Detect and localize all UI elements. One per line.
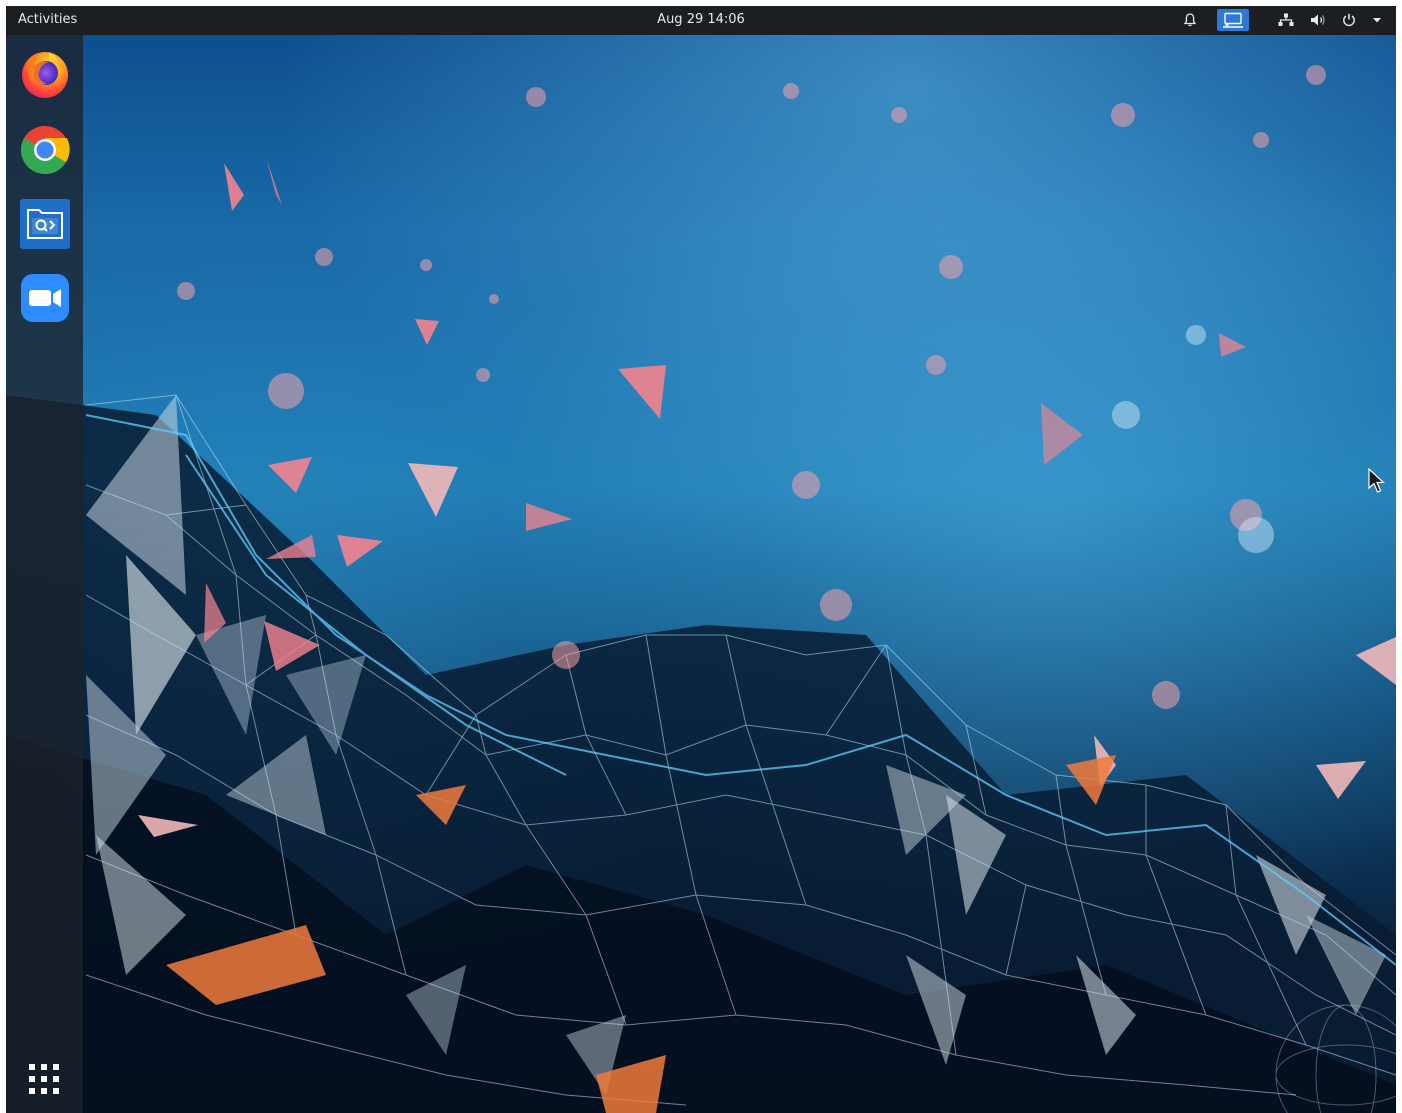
network-icon — [1278, 13, 1294, 27]
chrome-icon[interactable] — [18, 123, 72, 177]
dock — [6, 35, 83, 1113]
desktop-screen: Activities Aug 29 14:06 — [6, 6, 1396, 1113]
firefox-icon[interactable] — [18, 47, 72, 101]
mouse-pointer-icon — [1368, 467, 1386, 498]
zoom-icon[interactable] — [18, 271, 72, 325]
show-applications-button[interactable] — [22, 1059, 66, 1103]
bell-icon[interactable] — [1178, 9, 1202, 31]
power-icon — [1342, 13, 1356, 27]
grid-icon — [26, 1061, 62, 1101]
caret-down-icon — [1372, 16, 1382, 24]
screencast-icon[interactable] — [1217, 9, 1249, 31]
desktop-wallpaper — [6, 35, 1396, 1113]
remote-desktop-icon[interactable] — [18, 197, 72, 251]
system-menu[interactable] — [1272, 9, 1388, 31]
volume-icon — [1310, 13, 1326, 27]
top-bar: Activities Aug 29 14:06 — [6, 6, 1396, 35]
